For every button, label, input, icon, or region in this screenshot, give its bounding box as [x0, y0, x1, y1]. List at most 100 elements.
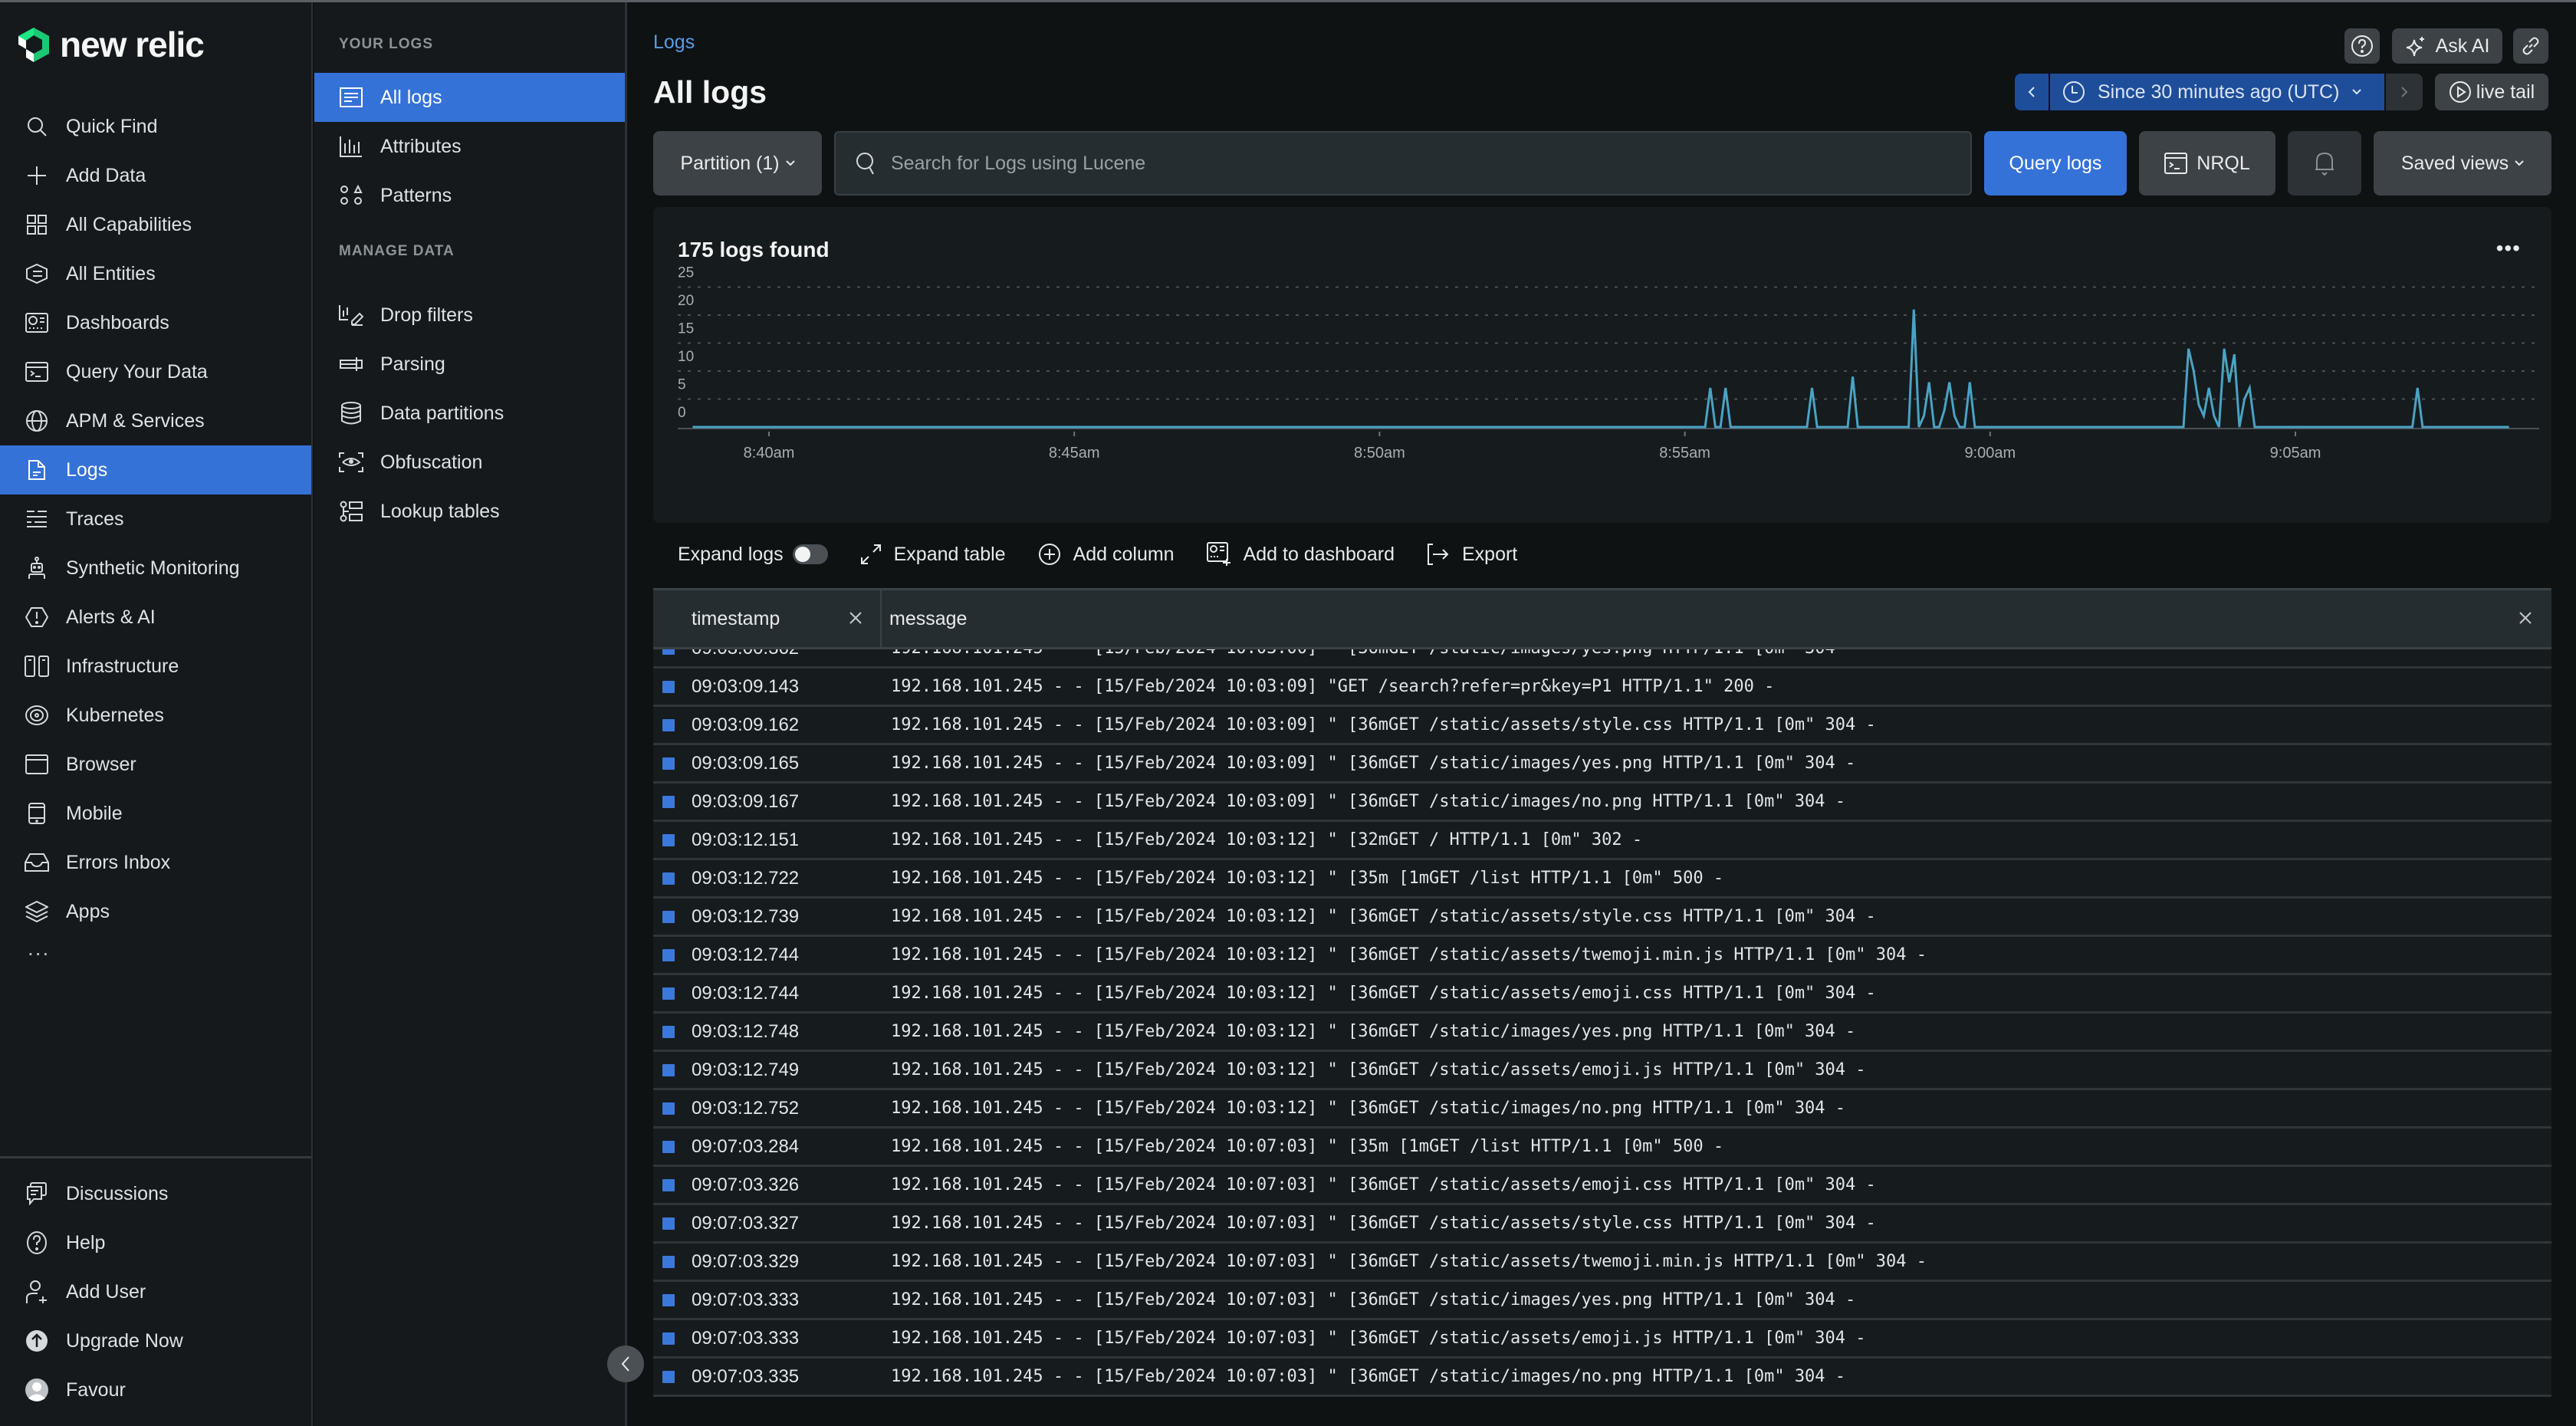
- log-volume-chart[interactable]: 0 5 10 15 20 25 8:40am 8:45am 8:50am 8:55am 9:00am…: [653, 207, 2551, 523]
- chart-more-menu[interactable]: •••: [2496, 236, 2521, 261]
- table-row[interactable]: 09:07:03.329 192.168.101.245 - - [15/Feb/…: [653, 1244, 2551, 1282]
- subnav-item-all-logs[interactable]: All logs: [314, 73, 625, 122]
- clock-icon: [2063, 81, 2085, 103]
- table-row[interactable]: 09:03:09.165 192.168.101.245 - - [15/Feb/…: [653, 745, 2551, 784]
- table-row[interactable]: 09:07:03.327 192.168.101.245 - - [15/Feb/…: [653, 1205, 2551, 1244]
- time-next-button[interactable]: [2386, 74, 2423, 110]
- search-input[interactable]: [891, 152, 1888, 175]
- table-row[interactable]: 09:03:12.744 192.168.101.245 - - [15/Feb/…: [653, 975, 2551, 1014]
- table-row[interactable]: 09:07:03.284 192.168.101.245 - - [15/Feb/…: [653, 1129, 2551, 1167]
- nav-item-kubernetes[interactable]: Kubernetes: [0, 691, 311, 740]
- nrql-button[interactable]: NRQL: [2139, 131, 2275, 196]
- nav-item-infrastructure[interactable]: Infrastructure: [0, 642, 311, 691]
- expand-table-button[interactable]: Expand table: [860, 544, 1006, 566]
- subnav-item-data-partitions[interactable]: Data partitions: [314, 389, 625, 438]
- table-row[interactable]: 09:07:03.335 192.168.101.245 - - [15/Feb/…: [653, 1359, 2551, 1397]
- nav-item-upgrade-now[interactable]: Upgrade Now: [0, 1316, 311, 1365]
- copy-link-button[interactable]: [2513, 28, 2548, 64]
- column-header-message[interactable]: message: [882, 608, 2551, 630]
- nav-item-add-user[interactable]: Add User: [0, 1267, 311, 1316]
- plus-circle-icon: [1038, 544, 1060, 565]
- nav-item-query-your-data[interactable]: Query Your Data: [0, 347, 311, 396]
- column-header-timestamp[interactable]: timestamp: [653, 590, 882, 647]
- saved-views-dropdown[interactable]: Saved views: [2374, 131, 2551, 196]
- live-tail-button[interactable]: live tail: [2435, 74, 2548, 110]
- partition-dropdown[interactable]: Partition (1): [653, 131, 822, 196]
- table-row[interactable]: 09:03:09.167 192.168.101.245 - - [15/Feb/…: [653, 784, 2551, 822]
- remove-message-column-button[interactable]: [2518, 607, 2533, 631]
- chevron-down-icon: [2515, 160, 2524, 166]
- nav-item-discussions[interactable]: Discussions: [0, 1169, 311, 1218]
- lookup-table-icon: [339, 499, 363, 524]
- collapse-sidebar-button[interactable]: [607, 1346, 644, 1382]
- subnav-item-parsing[interactable]: Parsing: [314, 340, 625, 389]
- time-range-dropdown[interactable]: Since 30 minutes ago (UTC): [2050, 74, 2384, 110]
- nav-item-label: Discussions: [66, 1182, 169, 1204]
- table-row[interactable]: 09:03:09.162 192.168.101.245 - - [15/Feb/…: [653, 707, 2551, 745]
- expand-logs-switch[interactable]: [792, 544, 828, 564]
- sparkle-icon: [2406, 37, 2424, 57]
- nav-item-errors-inbox[interactable]: Errors Inbox: [0, 838, 311, 887]
- subnav-item-drop-filters[interactable]: Drop filters: [314, 291, 625, 340]
- table-row[interactable]: 09:07:03.333 192.168.101.245 - - [15/Feb/…: [653, 1320, 2551, 1359]
- nav-item-synthetic-monitoring[interactable]: Synthetic Monitoring: [0, 544, 311, 593]
- nav-more-button[interactable]: ...: [0, 936, 311, 979]
- breadcrumb-logs[interactable]: Logs: [653, 31, 695, 54]
- nav-item-all-capabilities[interactable]: All Capabilities: [0, 200, 311, 249]
- subnav-item-lookup-tables[interactable]: Lookup tables: [314, 487, 625, 536]
- table-row[interactable]: 09:03:12.151 192.168.101.245 - - [15/Feb/…: [653, 822, 2551, 860]
- nav-item-user-profile[interactable]: Favour: [0, 1365, 311, 1414]
- nav-bottom-section: Discussions Help Add User Upgrade Now Fa…: [0, 1156, 311, 1414]
- layers-icon: [25, 899, 49, 924]
- subnav-item-label: Data partitions: [380, 402, 504, 424]
- subnav-item-obfuscation[interactable]: Obfuscation: [314, 438, 625, 487]
- log-level-marker: [662, 872, 675, 885]
- subnav-item-label: Patterns: [380, 184, 452, 206]
- subnav-item-attributes[interactable]: Attributes: [314, 122, 625, 171]
- create-alert-button[interactable]: [2288, 131, 2361, 196]
- table-row[interactable]: 09:03:00.362192.168.101.245 - - [15/Feb/…: [653, 649, 2551, 669]
- table-body[interactable]: 09:03:00.362192.168.101.245 - - [15/Feb/…: [653, 649, 2551, 1408]
- cell-message: 192.168.101.245 - - [15/Feb/2024 10:07:0…: [891, 1290, 1856, 1309]
- export-button[interactable]: Export: [1427, 543, 1517, 566]
- nav-item-quick-find[interactable]: Quick Find: [0, 102, 311, 151]
- log-level-marker: [662, 1255, 675, 1268]
- subnav-item-label: Drop filters: [380, 304, 473, 326]
- expand-logs-toggle[interactable]: Expand logs: [678, 544, 828, 566]
- ask-ai-button[interactable]: Ask AI: [2392, 28, 2502, 64]
- nav-item-alerts-ai[interactable]: Alerts & AI: [0, 593, 311, 642]
- add-to-dashboard-button[interactable]: Add to dashboard: [1206, 542, 1395, 567]
- table-row[interactable]: 09:03:12.739 192.168.101.245 - - [15/Feb/…: [653, 899, 2551, 937]
- time-range-label: Since 30 minutes ago (UTC): [2098, 80, 2340, 103]
- nav-item-browser[interactable]: Browser: [0, 740, 311, 789]
- nav-item-apm-services[interactable]: APM & Services: [0, 396, 311, 445]
- new-relic-logo[interactable]: new relic: [17, 24, 205, 65]
- nav-item-dashboards[interactable]: Dashboards: [0, 298, 311, 347]
- log-level-marker: [662, 1178, 675, 1191]
- table-row[interactable]: 09:03:12.744 192.168.101.245 - - [15/Feb/…: [653, 937, 2551, 975]
- table-row[interactable]: 09:03:12.748 192.168.101.245 - - [15/Feb/…: [653, 1014, 2551, 1052]
- nav-item-add-data[interactable]: Add Data: [0, 151, 311, 200]
- table-row[interactable]: 09:07:03.333 192.168.101.245 - - [15/Feb/…: [653, 1282, 2551, 1320]
- nav-item-traces[interactable]: Traces: [0, 495, 311, 544]
- subnav-item-patterns[interactable]: Patterns: [314, 171, 625, 220]
- nrql-label: NRQL: [2196, 152, 2250, 174]
- remove-timestamp-column-button[interactable]: [848, 607, 863, 631]
- add-column-button[interactable]: Add column: [1038, 543, 1175, 566]
- nav-item-help[interactable]: Help: [0, 1218, 311, 1267]
- query-logs-button[interactable]: Query logs: [1984, 131, 2127, 196]
- table-row[interactable]: 09:03:12.752 192.168.101.245 - - [15/Feb/…: [653, 1090, 2551, 1129]
- table-row[interactable]: 09:03:09.143 192.168.101.245 - - [15/Feb/…: [653, 669, 2551, 707]
- nav-item-apps[interactable]: Apps: [0, 887, 311, 936]
- table-row[interactable]: 09:03:12.749 192.168.101.245 - - [15/Feb/…: [653, 1052, 2551, 1090]
- terminal-icon: [2164, 153, 2188, 174]
- table-row[interactable]: 09:07:03.326 192.168.101.245 - - [15/Feb/…: [653, 1167, 2551, 1205]
- table-row[interactable]: 09:03:12.722 192.168.101.245 - - [15/Feb/…: [653, 860, 2551, 899]
- nav-item-all-entities[interactable]: All Entities: [0, 249, 311, 298]
- help-button[interactable]: [2344, 28, 2380, 64]
- nav-item-logs[interactable]: Logs: [0, 445, 311, 495]
- chat-icon: [25, 1181, 49, 1206]
- partition-label: Partition (1): [680, 152, 780, 174]
- time-prev-button[interactable]: [2015, 74, 2050, 110]
- nav-item-mobile[interactable]: Mobile: [0, 789, 311, 838]
